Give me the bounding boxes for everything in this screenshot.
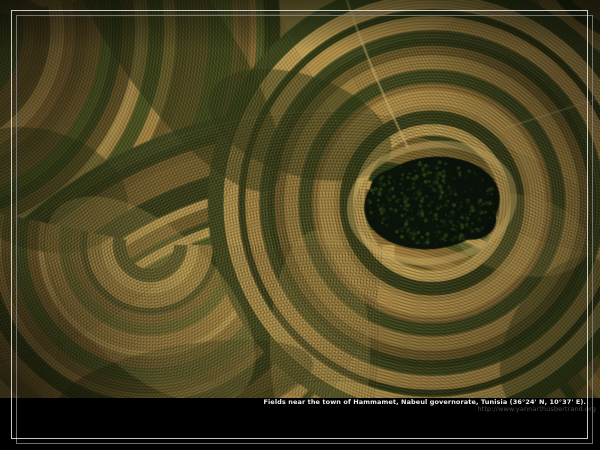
wallpaper-stage: Fields near the town of Hammamet, Nabeul…	[0, 0, 600, 450]
aerial-photo-canvas	[0, 0, 600, 398]
photo-credit-url[interactable]: http://www.yannarthusbertrand.org	[477, 406, 596, 413]
aerial-photo	[0, 0, 600, 398]
